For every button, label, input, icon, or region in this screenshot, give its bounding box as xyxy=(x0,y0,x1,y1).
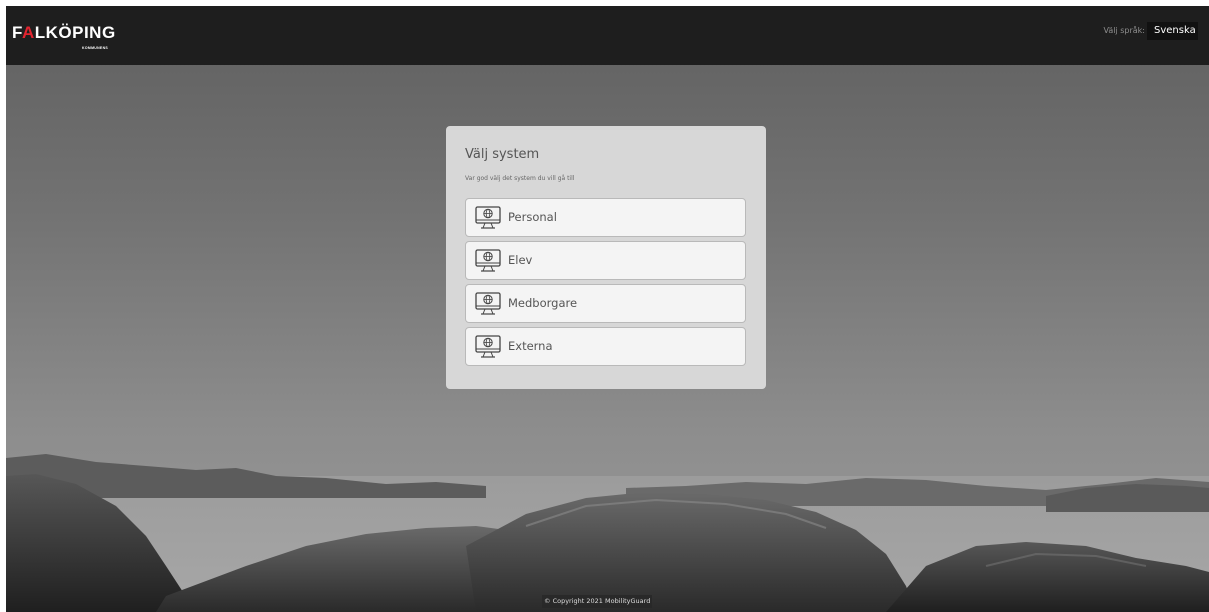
page: FALKÖPING KOMMUNENS Välj språk: Svenska … xyxy=(6,6,1209,612)
system-button-personal[interactable]: Personal xyxy=(465,198,746,237)
system-select-card: Välj system Var god välj det system du v… xyxy=(446,126,766,389)
monitor-globe-icon xyxy=(475,335,501,358)
logo-subtext: KOMMUNENS xyxy=(82,46,109,50)
card-title: Välj system xyxy=(465,147,540,162)
monitor-globe-icon xyxy=(475,249,501,272)
system-button-label: Medborgare xyxy=(508,296,578,310)
top-bar: FALKÖPING KOMMUNENS Välj språk: Svenska xyxy=(6,6,1209,65)
system-button-medborgare[interactable]: Medborgare xyxy=(465,284,746,323)
copyright-footer: © Copyright 2021 MobilityGuard xyxy=(542,595,653,608)
system-button-label: Elev xyxy=(508,253,533,267)
language-label: Välj språk: xyxy=(1103,26,1145,35)
falkoping-logo[interactable]: FALKÖPING xyxy=(12,23,116,43)
monitor-globe-icon xyxy=(475,206,501,229)
monitor-globe-icon xyxy=(475,292,501,315)
system-button-externa[interactable]: Externa xyxy=(465,327,746,366)
card-subtitle: Var god välj det system du vill gå till xyxy=(465,175,575,182)
system-button-elev[interactable]: Elev xyxy=(465,241,746,280)
language-select[interactable]: Svenska xyxy=(1147,22,1198,40)
system-button-label: Externa xyxy=(508,339,553,353)
system-button-label: Personal xyxy=(508,210,557,224)
